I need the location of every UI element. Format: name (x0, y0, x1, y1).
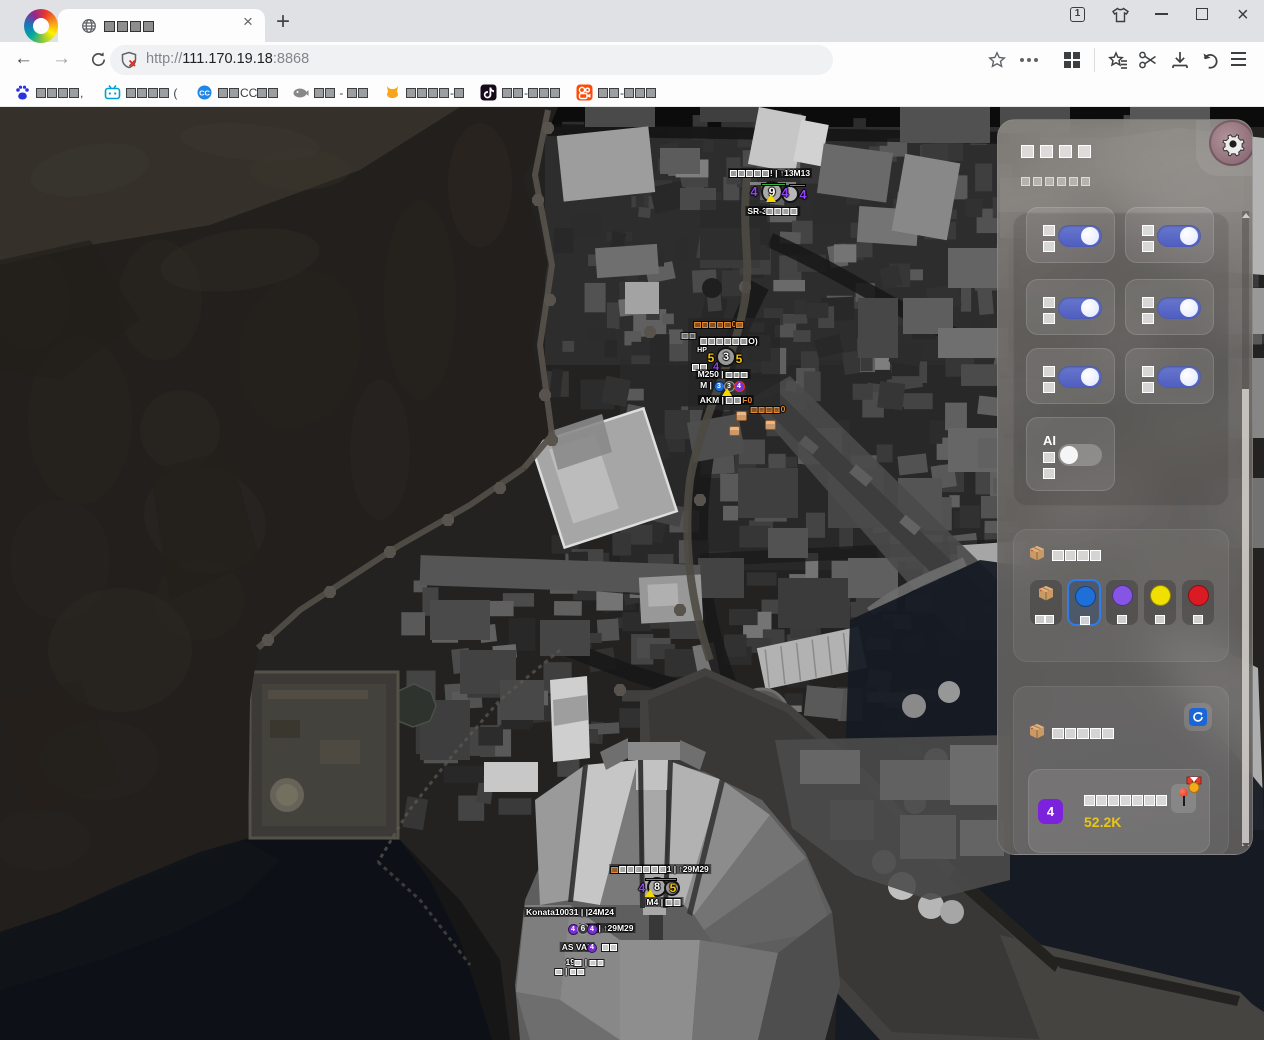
svg-text:CC: CC (199, 89, 210, 98)
